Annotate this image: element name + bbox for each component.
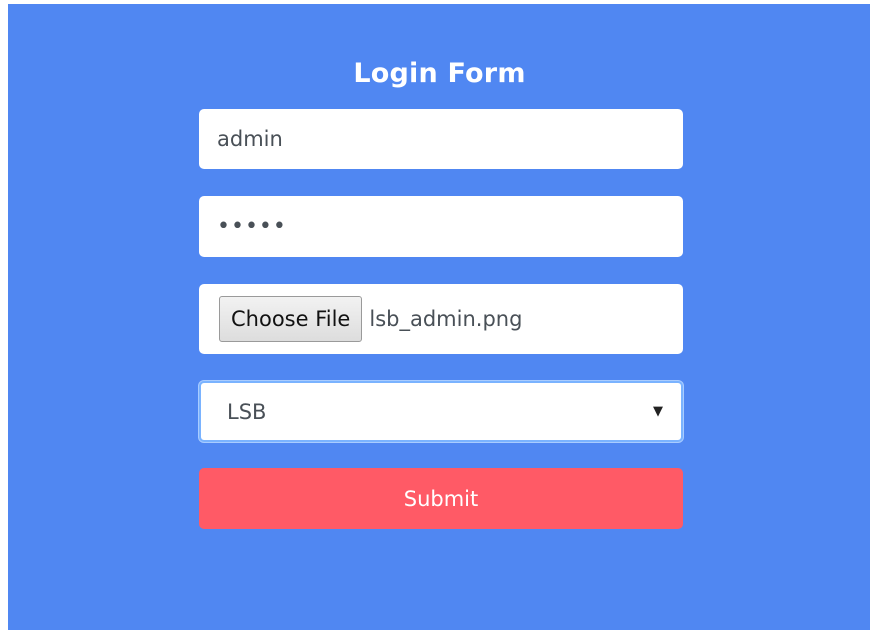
method-selected-value: LSB (227, 399, 267, 424)
selected-file-name: lsb_admin.png (369, 307, 523, 331)
file-upload-field: Choose File lsb_admin.png (199, 284, 683, 354)
submit-button[interactable]: Submit (199, 468, 683, 529)
form-title: Login Form (353, 58, 526, 89)
username-value: admin (217, 127, 283, 151)
username-field[interactable]: admin (199, 109, 683, 169)
password-field[interactable]: ••••• (199, 196, 683, 257)
chevron-down-icon: ▼ (653, 404, 663, 419)
choose-file-button[interactable]: Choose File (219, 296, 363, 342)
password-value: ••••• (217, 214, 287, 239)
method-select[interactable]: LSB ▼ (199, 381, 683, 442)
